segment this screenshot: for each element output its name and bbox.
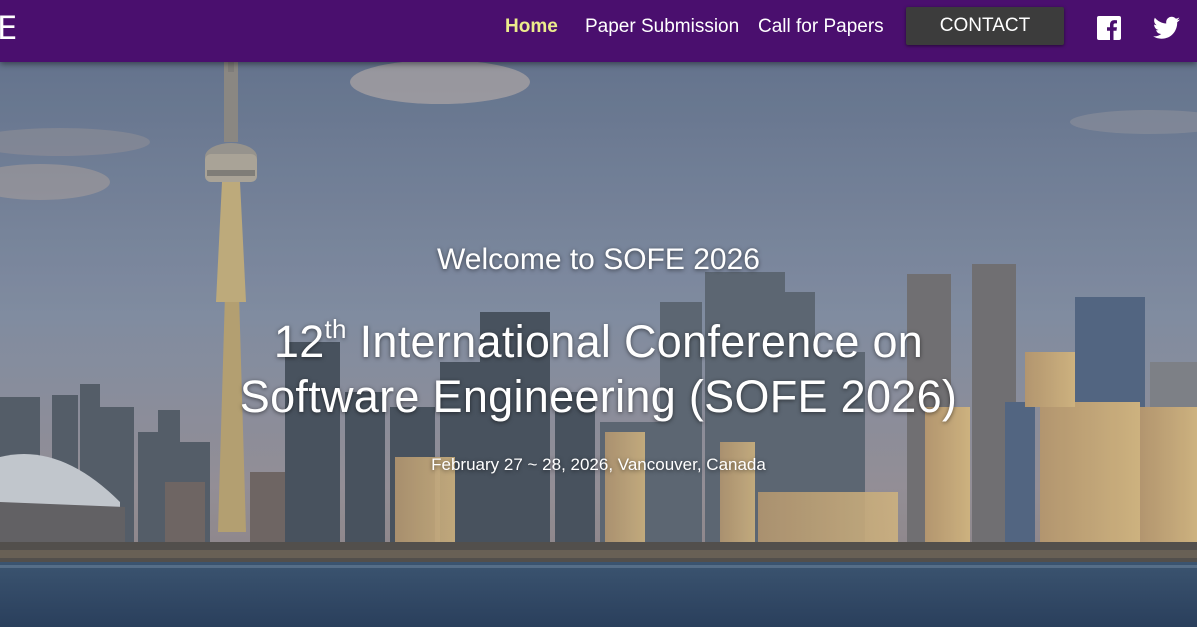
facebook-icon[interactable] [1097,16,1121,40]
conference-dateline: February 27 ~ 28, 2026, Vancouver, Canad… [431,455,766,474]
navbar: E Home Paper Submission Call for Papers … [0,0,1197,62]
nav-home-link[interactable]: Home [505,16,558,38]
title-ordinal-suffix: th [324,314,347,344]
conference-title: 12th International Conference on Softwar… [0,314,1197,424]
contact-button[interactable]: CONTACT [906,7,1064,45]
nav-call-for-papers-link[interactable]: Call for Papers [758,16,884,38]
hero-banner: Welcome to SOFE 2026 12th International … [0,62,1197,627]
twitter-icon[interactable] [1153,16,1180,40]
nav-paper-submission-link[interactable]: Paper Submission [585,16,739,38]
site-logo[interactable]: E [0,10,17,46]
title-line1-rest: International Conference on [346,316,924,367]
welcome-heading: Welcome to SOFE 2026 [437,243,760,276]
title-number: 12 [273,316,325,367]
title-line2: Software Engineering (SOFE 2026) [239,371,958,422]
